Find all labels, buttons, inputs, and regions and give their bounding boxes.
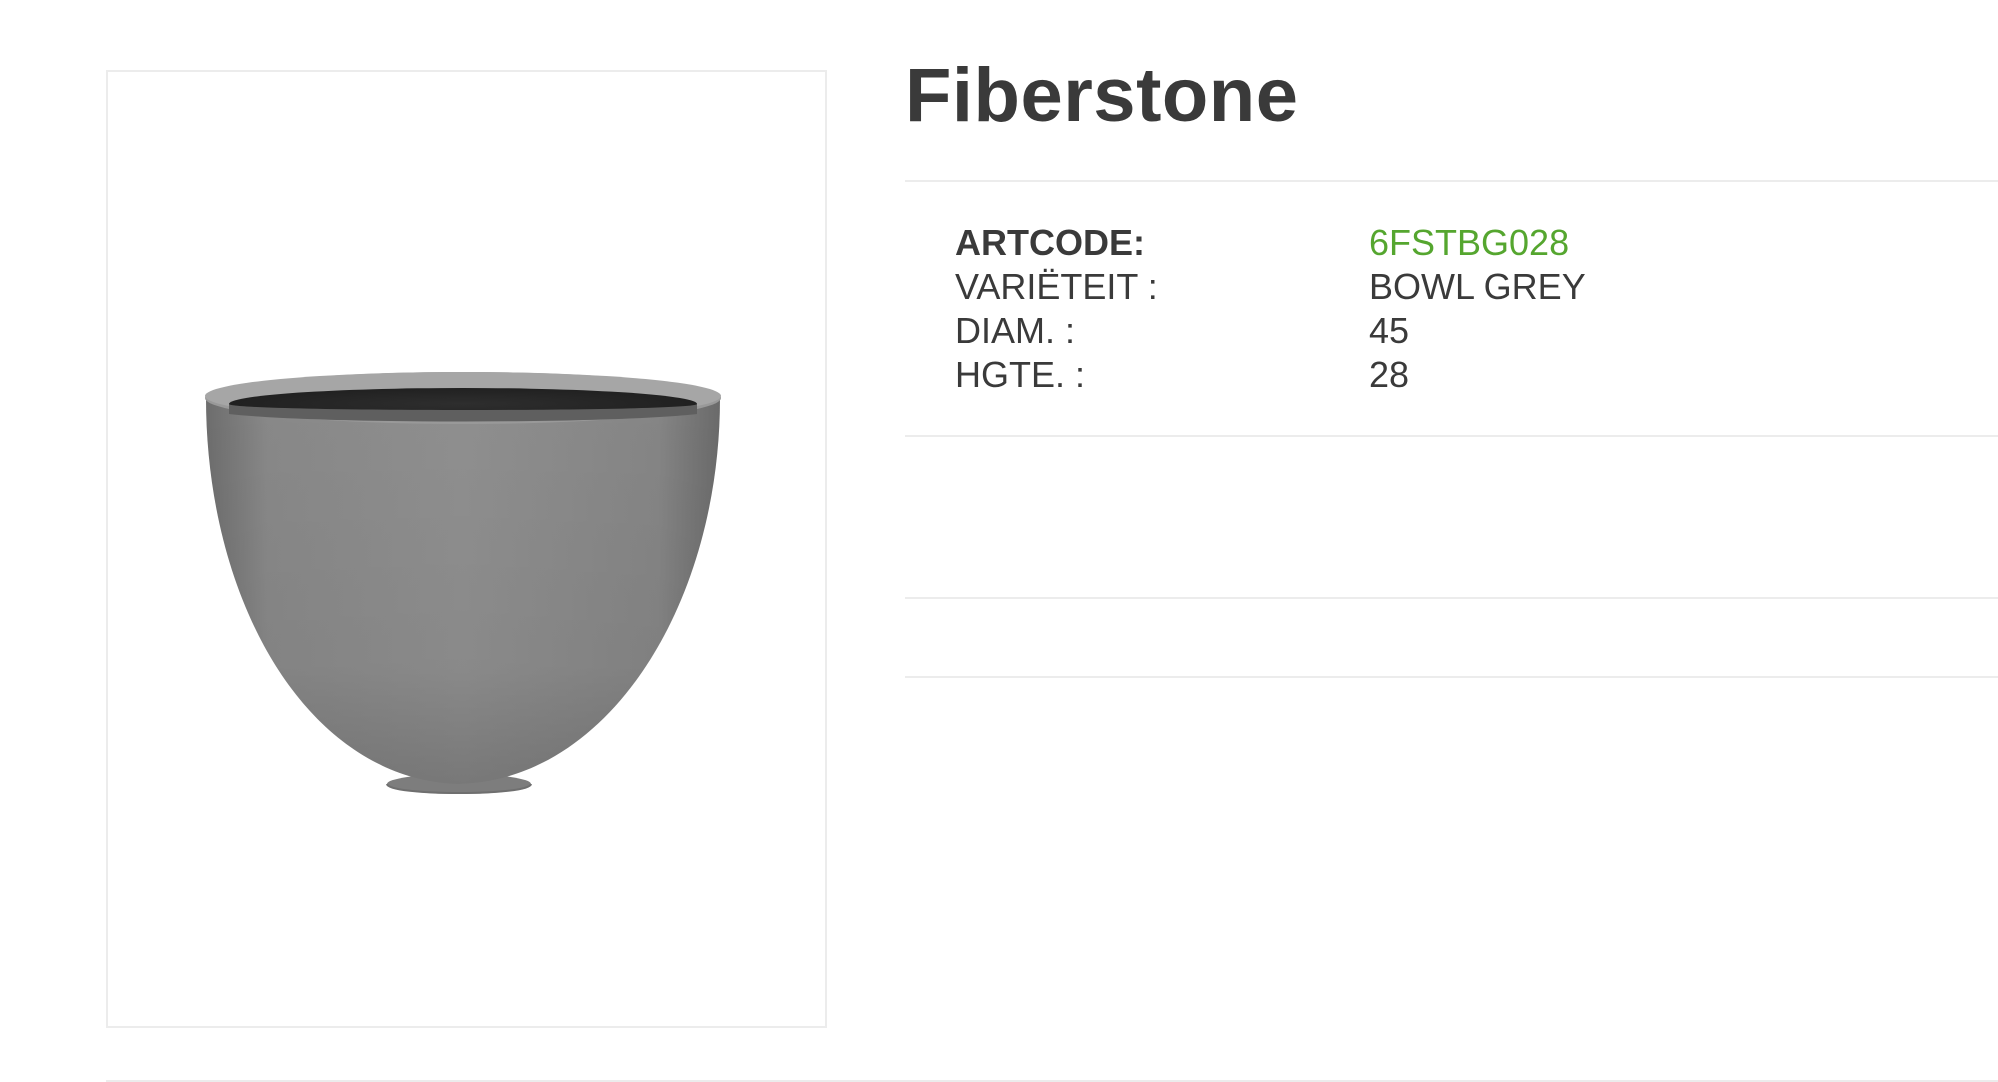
divider [905, 435, 1998, 437]
spec-label-variety: VARIËTEIT : [955, 266, 1158, 307]
divider [905, 676, 1998, 678]
spec-row-artcode: ARTCODE: 6FSTBG028 [955, 221, 1655, 265]
spec-row-diameter: DIAM. : 45 [955, 309, 1655, 353]
bowl-planter-image [205, 372, 721, 794]
spec-value-variety: BOWL GREY [1369, 266, 1586, 307]
spec-row-height: HGTE. : 28 [955, 353, 1655, 397]
divider [905, 597, 1998, 599]
specs-table: ARTCODE: 6FSTBG028 VARIËTEIT : BOWL GREY… [955, 221, 1655, 397]
spec-label-height: HGTE. : [955, 354, 1086, 395]
spec-value-diameter: 45 [1369, 310, 1410, 351]
spec-value-height: 28 [1369, 354, 1410, 395]
product-image-card [106, 70, 827, 1028]
spec-value-artcode: 6FSTBG028 [1369, 222, 1570, 263]
product-title: Fiberstone [905, 53, 1299, 138]
spec-label-diameter: DIAM. : [955, 310, 1076, 351]
spec-label-artcode: ARTCODE: [955, 222, 1145, 263]
spec-row-variety: VARIËTEIT : BOWL GREY [955, 265, 1655, 309]
divider [905, 180, 1998, 182]
